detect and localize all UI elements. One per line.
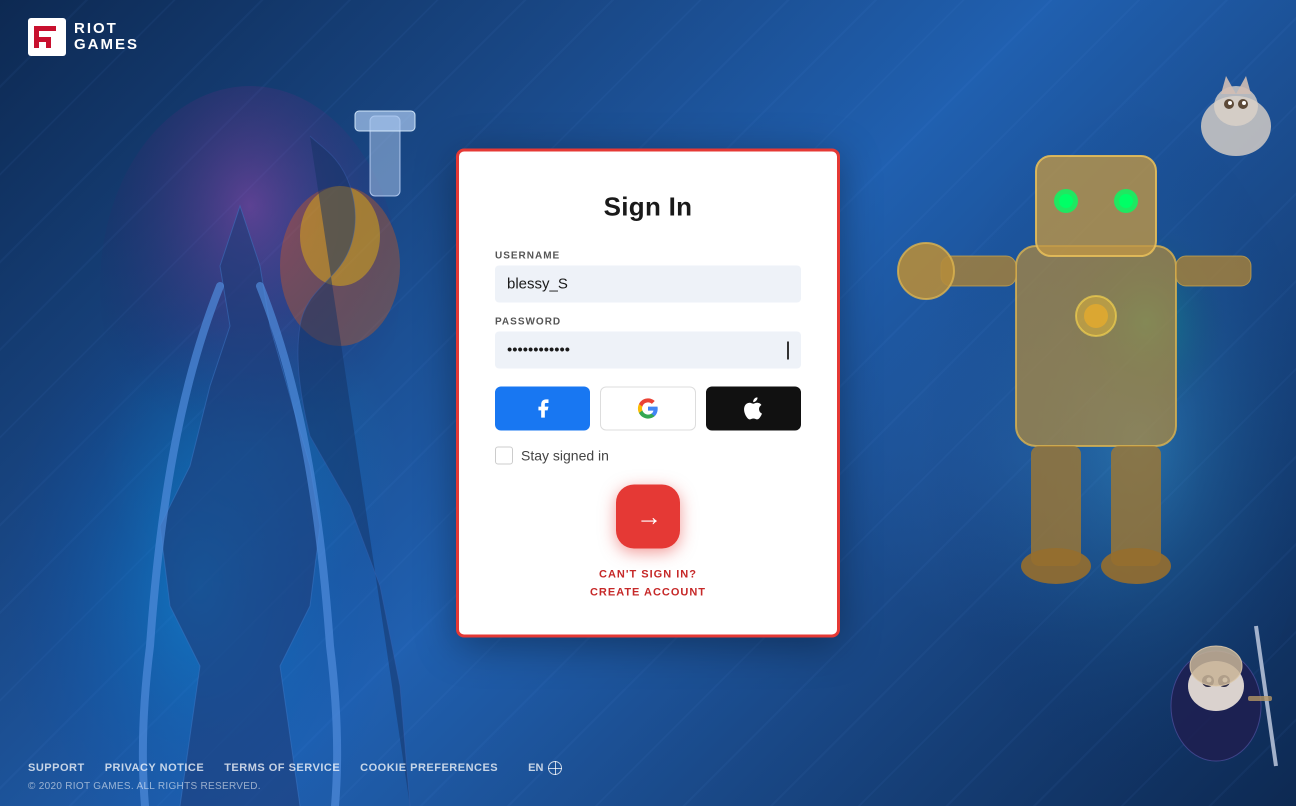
login-card-wrapper: Sign In USERNAME PASSWORD: [456, 149, 840, 638]
google-signin-button[interactable]: [600, 387, 695, 431]
character-right: [796, 46, 1296, 806]
footer-links: SUPPORT PRIVACY NOTICE TERMS OF SERVICE …: [28, 761, 1268, 775]
login-card: Sign In USERNAME PASSWORD: [456, 149, 840, 638]
facebook-signin-button[interactable]: [495, 387, 590, 431]
globe-icon: [548, 761, 562, 775]
footer-support-link[interactable]: SUPPORT: [28, 762, 85, 774]
submit-button[interactable]: →: [616, 485, 680, 549]
facebook-icon: [532, 398, 554, 420]
apple-signin-button[interactable]: [706, 387, 801, 431]
password-label: PASSWORD: [495, 317, 801, 328]
cant-sign-in-link[interactable]: CAN'T SIGN IN?: [495, 569, 801, 581]
password-input[interactable]: [495, 332, 801, 369]
bottom-links: CAN'T SIGN IN? CREATE ACCOUNT: [495, 569, 801, 599]
footer-lang-text: EN: [528, 762, 543, 774]
logo-line2: GAMES: [74, 37, 139, 54]
footer-terms-link[interactable]: TERMS OF SERVICE: [224, 762, 340, 774]
logo-line1: RIOT: [74, 21, 139, 38]
submit-row: →: [495, 485, 801, 549]
logo-icon: [28, 18, 66, 56]
google-icon: [637, 398, 659, 420]
footer-cookie-link[interactable]: COOKIE PREFERENCES: [360, 762, 498, 774]
social-row: [495, 387, 801, 431]
apple-icon: [743, 398, 763, 420]
stay-signed-in-row: Stay signed in: [495, 447, 801, 465]
create-account-link[interactable]: CREATE ACCOUNT: [495, 587, 801, 599]
stay-signed-in-label: Stay signed in: [521, 448, 609, 464]
footer-copyright: © 2020 RIOT GAMES. ALL RIGHTS RESERVED.: [28, 781, 1268, 792]
username-label: USERNAME: [495, 251, 801, 262]
footer-language-selector[interactable]: EN: [528, 761, 562, 775]
password-field-group: PASSWORD: [495, 317, 801, 369]
password-cursor: [787, 341, 789, 359]
username-field-group: USERNAME: [495, 251, 801, 303]
sign-in-title: Sign In: [495, 192, 801, 223]
logo: RIOT GAMES: [28, 18, 139, 56]
username-input[interactable]: [495, 266, 801, 303]
stay-signed-in-checkbox[interactable]: [495, 447, 513, 465]
arrow-right-icon: →: [636, 501, 662, 532]
character-left: [0, 86, 480, 806]
footer-privacy-link[interactable]: PRIVACY NOTICE: [105, 762, 205, 774]
password-wrapper: [495, 332, 801, 369]
logo-text: RIOT GAMES: [74, 21, 139, 54]
footer: SUPPORT PRIVACY NOTICE TERMS OF SERVICE …: [0, 747, 1296, 806]
